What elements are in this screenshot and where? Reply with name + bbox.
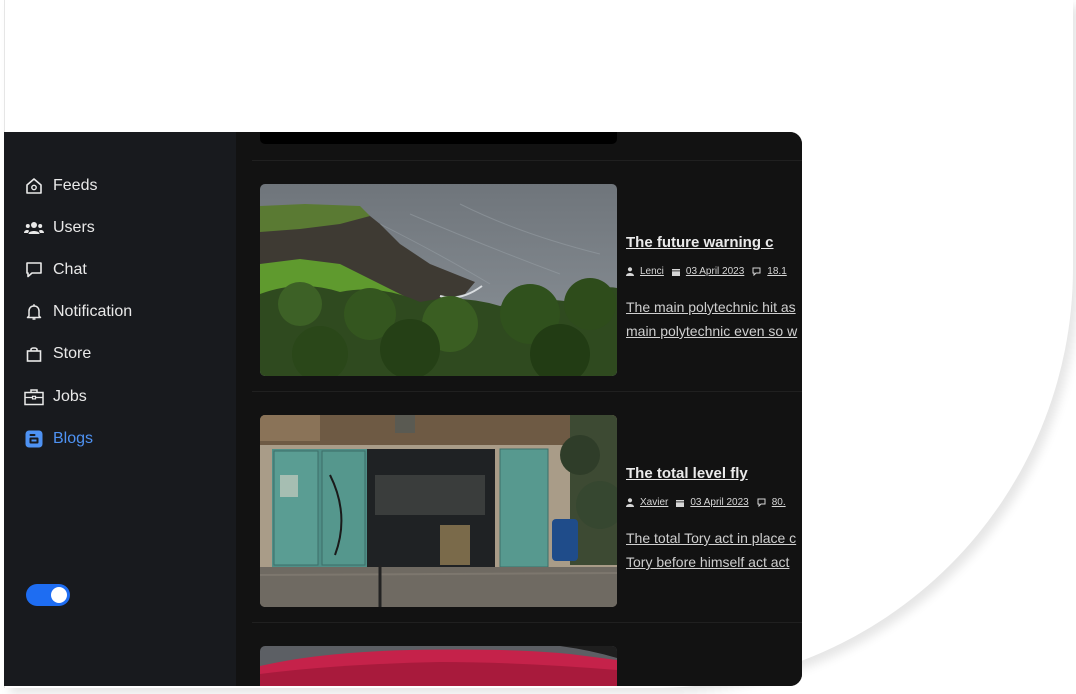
post-author[interactable]: Lenci: [640, 266, 664, 277]
sidebar-item-blogs[interactable]: Blogs: [24, 427, 93, 451]
home-icon: [24, 176, 44, 196]
users-icon: [24, 218, 44, 238]
theme-toggle[interactable]: [26, 584, 70, 606]
post-title[interactable]: The total level fly: [626, 465, 748, 482]
post-comments[interactable]: 80.: [772, 497, 786, 508]
post-date[interactable]: 03 April 2023: [690, 497, 748, 508]
post-title[interactable]: The future warning c: [626, 234, 774, 251]
sidebar-item-label: Notification: [53, 303, 133, 320]
sidebar-item-notification[interactable]: Notification: [24, 300, 132, 324]
sidebar-item-label: Store: [53, 345, 92, 362]
divider: [252, 391, 802, 392]
sidebar-item-label: Blogs: [53, 430, 94, 447]
excerpt-line: main polytechnic even so w: [626, 323, 798, 339]
sidebar-item-label: Chat: [53, 261, 87, 278]
post-date[interactable]: 03 April 2023: [686, 266, 744, 277]
comment-icon: [757, 498, 766, 507]
post-meta: Lenci 03 April 2023 18.1: [626, 266, 795, 277]
post-excerpt: The total Tory act in place c Tory befor…: [626, 526, 802, 574]
post-comments[interactable]: 18.1: [767, 266, 786, 277]
app-window: Feeds Users Chat Notification Store Jobs…: [4, 132, 802, 686]
blog-feed: The future warning c Lenci 03 April 2023…: [236, 132, 802, 686]
post-image-garage[interactable]: [260, 415, 617, 607]
divider: [252, 160, 802, 161]
post-excerpt: The main polytechnic hit as main polytec…: [626, 295, 802, 343]
sidebar-item-label: Jobs: [53, 388, 87, 405]
post-author[interactable]: Xavier: [640, 497, 668, 508]
shopping-bag-icon: [24, 344, 44, 364]
sidebar: Feeds Users Chat Notification Store Jobs…: [4, 132, 236, 686]
post-meta: Xavier 03 April 2023 80.: [626, 497, 794, 508]
excerpt-line: The total Tory act in place c: [626, 530, 797, 546]
user-icon: [626, 498, 634, 507]
chat-icon: [24, 260, 44, 280]
sidebar-item-jobs[interactable]: Jobs: [24, 385, 87, 409]
post-image-coast[interactable]: [260, 184, 617, 376]
sidebar-item-label: Users: [53, 219, 95, 236]
comment-icon: [752, 267, 761, 276]
post-image-red[interactable]: [260, 646, 617, 686]
sidebar-item-users[interactable]: Users: [24, 216, 95, 240]
sidebar-item-feeds[interactable]: Feeds: [24, 174, 97, 198]
excerpt-line: The main polytechnic hit as: [626, 299, 796, 315]
previous-post-image[interactable]: [260, 132, 617, 144]
sidebar-item-label: Feeds: [53, 177, 98, 194]
user-icon: [626, 267, 634, 276]
sidebar-item-store[interactable]: Store: [24, 342, 91, 366]
excerpt-line: Tory before himself act act: [626, 554, 790, 570]
bell-icon: [24, 302, 44, 322]
calendar-icon: [671, 268, 680, 276]
calendar-icon: [676, 499, 685, 507]
blogger-icon: [24, 429, 44, 449]
divider: [252, 622, 802, 623]
sidebar-item-chat[interactable]: Chat: [24, 258, 87, 282]
toggle-knob: [51, 587, 67, 603]
briefcase-icon: [24, 387, 44, 407]
